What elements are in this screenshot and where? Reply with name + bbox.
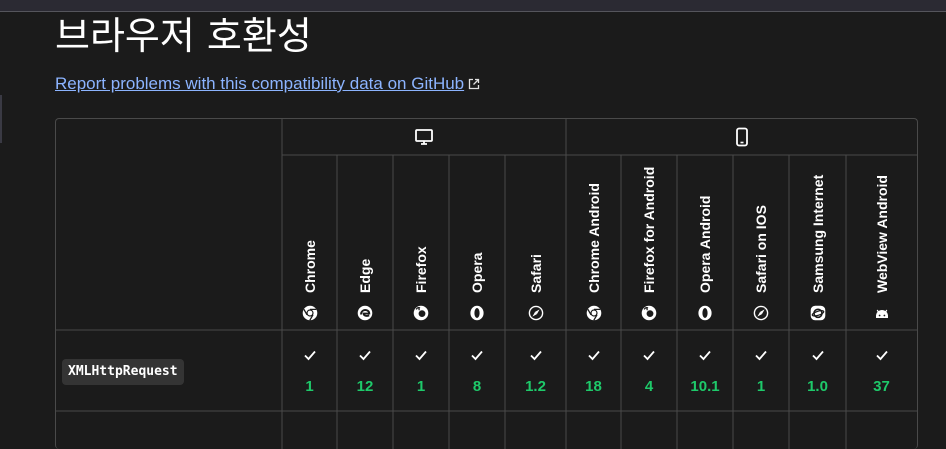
check-icon bbox=[414, 348, 428, 361]
compatibility-table: Chrome Edge Firefox Opera Safari Chrome Andro… bbox=[55, 118, 918, 449]
support-cell[interactable]: 1.2 bbox=[505, 330, 566, 411]
report-problems-link-text: Report problems with this compatibility … bbox=[55, 74, 465, 93]
browser-name: Edge bbox=[357, 258, 373, 293]
support-version: 18 bbox=[585, 378, 602, 395]
support-cell[interactable]: 4 bbox=[621, 330, 677, 411]
support-cell[interactable]: 1 bbox=[282, 330, 337, 411]
support-version: 1.0 bbox=[807, 378, 828, 395]
check-icon bbox=[642, 348, 656, 361]
chrome-icon bbox=[302, 305, 318, 321]
browser-name: Opera Android bbox=[697, 195, 713, 294]
safari-icon bbox=[528, 305, 544, 321]
support-version: 10.1 bbox=[690, 378, 720, 395]
support-version: 8 bbox=[472, 378, 482, 395]
opera-icon bbox=[697, 305, 713, 321]
firefox-icon bbox=[413, 305, 429, 321]
browser-name: Chrome bbox=[301, 240, 318, 293]
support-version: 37 bbox=[873, 378, 890, 395]
browser-header-edge bbox=[337, 155, 393, 330]
support-version: 1 bbox=[756, 378, 766, 395]
check-icon bbox=[754, 348, 768, 361]
check-icon bbox=[529, 348, 543, 361]
safari-icon bbox=[753, 305, 769, 321]
check-icon bbox=[698, 348, 712, 361]
support-version: 4 bbox=[644, 378, 654, 395]
support-cell[interactable]: 1 bbox=[733, 330, 789, 411]
support-cell[interactable]: 1.0 bbox=[789, 330, 846, 411]
support-cell[interactable]: 10.1 bbox=[677, 330, 733, 411]
check-icon bbox=[358, 348, 372, 361]
browser-name: Firefox for Android bbox=[641, 166, 657, 293]
support-cell[interactable]: 1 bbox=[393, 330, 449, 411]
external-link-icon bbox=[468, 75, 480, 95]
check-icon bbox=[470, 348, 484, 361]
browser-name: Safari bbox=[527, 254, 544, 293]
browser-header-safari bbox=[505, 155, 566, 330]
browser-header-opera bbox=[449, 155, 505, 330]
browser-name: Samsung Internet bbox=[809, 174, 826, 293]
sidebar-edge bbox=[0, 95, 2, 143]
check-icon bbox=[811, 348, 825, 361]
browser-name: Opera bbox=[469, 252, 485, 293]
feature-name-xmlhttprequest: XMLHttpRequest bbox=[62, 359, 184, 385]
browser-top-bar bbox=[0, 0, 946, 12]
support-version: 1 bbox=[416, 378, 426, 395]
browser-name: WebView Android bbox=[873, 175, 890, 293]
chrome-icon bbox=[586, 305, 602, 321]
support-version: 1 bbox=[305, 378, 314, 395]
support-version: 12 bbox=[356, 378, 374, 395]
support-version: 1.2 bbox=[525, 378, 546, 395]
browser-header-firefox bbox=[393, 155, 449, 330]
firefox-icon bbox=[641, 305, 657, 321]
support-cell[interactable]: 8 bbox=[449, 330, 505, 411]
opera-icon bbox=[469, 305, 485, 321]
mobile-icon bbox=[566, 119, 917, 155]
check-icon bbox=[303, 348, 317, 361]
check-icon bbox=[587, 348, 601, 361]
desktop-icon bbox=[282, 119, 566, 155]
report-problems-link[interactable]: Report problems with this compatibility … bbox=[55, 74, 480, 95]
browser-name: Chrome Android bbox=[585, 183, 602, 293]
browser-name: Safari on IOS bbox=[753, 205, 769, 293]
support-cell[interactable]: 12 bbox=[337, 330, 393, 411]
support-cell[interactable]: 37 bbox=[846, 330, 917, 411]
edge-icon bbox=[357, 305, 373, 321]
android-icon bbox=[874, 305, 890, 321]
samsung-internet-icon bbox=[810, 305, 826, 321]
support-cell[interactable]: 18 bbox=[566, 330, 621, 411]
page-title: 브라우저 호환성 bbox=[55, 14, 312, 58]
check-icon bbox=[875, 348, 889, 361]
browser-name: Firefox bbox=[413, 246, 429, 293]
